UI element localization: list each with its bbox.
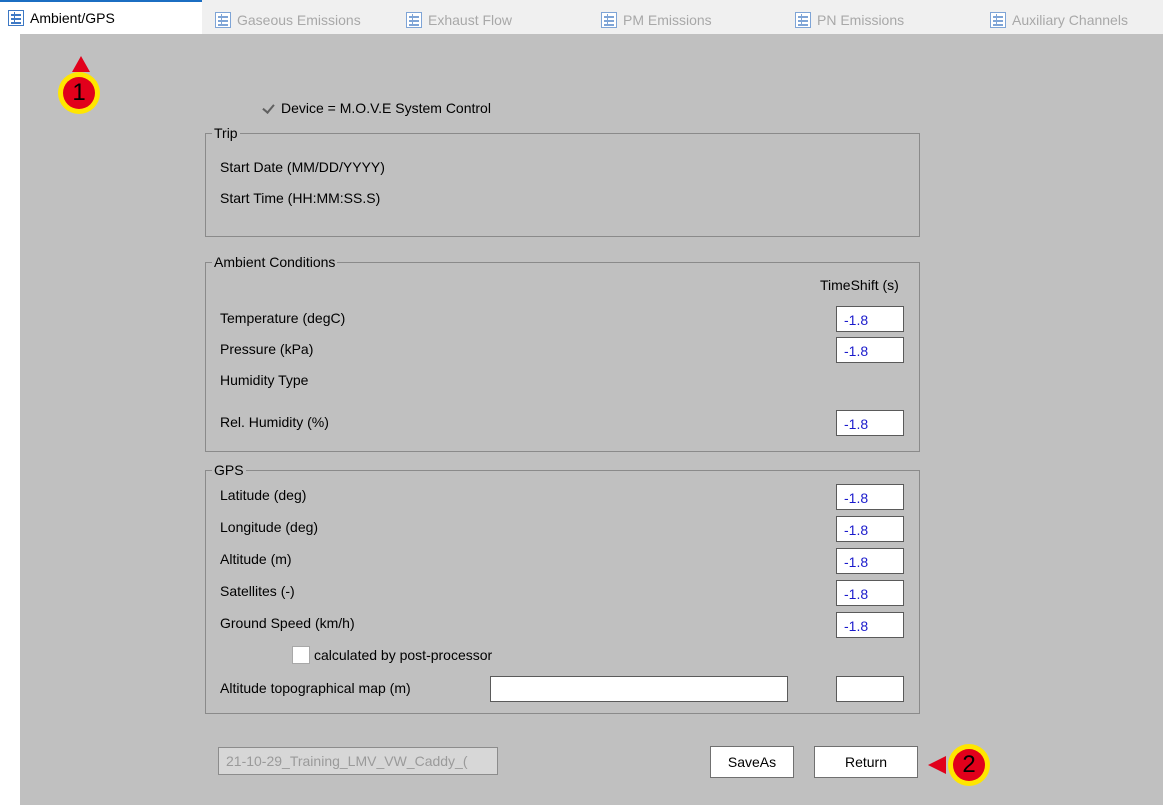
calculated-row: calculated by post-processor	[292, 646, 492, 664]
file-name-field: 21-10-29_Training_LMV_VW_Caddy_(	[218, 747, 498, 775]
topo-map-input[interactable]	[490, 676, 788, 702]
table-icon	[601, 12, 617, 28]
tab-pm-emissions[interactable]: PM Emissions	[593, 8, 712, 32]
saveas-button[interactable]: SaveAs	[710, 746, 794, 778]
trip-legend: Trip	[214, 125, 238, 141]
temperature-label: Temperature (degC)	[220, 310, 346, 326]
table-icon	[215, 12, 231, 28]
tab-auxiliary-channels[interactable]: Auxiliary Channels	[982, 8, 1128, 32]
trip-group: Trip	[205, 125, 920, 237]
table-icon	[990, 12, 1006, 28]
annotation-arrow-up	[72, 56, 90, 72]
longitude-timeshift-input[interactable]: -1.8	[836, 516, 904, 542]
topo-timeshift-input[interactable]	[836, 676, 904, 702]
device-row: Device = M.O.V.E System Control	[262, 100, 491, 116]
altitude-label: Altitude (m)	[220, 551, 292, 567]
ground-speed-timeshift-input[interactable]: -1.8	[836, 612, 904, 638]
altitude-timeshift-input[interactable]: -1.8	[836, 548, 904, 574]
annotation-marker-2: 2	[948, 744, 990, 786]
annotation-number: 2	[953, 749, 985, 781]
pressure-timeshift-input[interactable]: -1.8	[836, 337, 904, 363]
temperature-timeshift-input[interactable]: -1.8	[836, 306, 904, 332]
gps-legend: GPS	[214, 462, 244, 478]
tab-pn-emissions[interactable]: PN Emissions	[787, 8, 904, 32]
annotation-marker-1: 1	[58, 72, 100, 114]
table-icon	[795, 12, 811, 28]
satellites-label: Satellites (-)	[220, 583, 295, 599]
tab-gaseous-emissions[interactable]: Gaseous Emissions	[207, 8, 361, 32]
satellites-timeshift-input[interactable]: -1.8	[836, 580, 904, 606]
device-checkbox[interactable]	[262, 101, 277, 116]
ground-speed-label: Ground Speed (km/h)	[220, 615, 355, 631]
longitude-label: Longitude (deg)	[220, 519, 319, 535]
tab-label: Auxiliary Channels	[1012, 12, 1128, 28]
ambient-legend: Ambient Conditions	[214, 254, 336, 270]
tab-bar: Ambient/GPS Gaseous Emissions Exhaust Fl…	[0, 0, 1163, 34]
table-icon	[8, 10, 24, 26]
tab-ambient-gps[interactable]: Ambient/GPS	[0, 0, 202, 34]
start-time-label: Start Time (HH:MM:SS.S)	[220, 190, 381, 206]
latitude-timeshift-input[interactable]: -1.8	[836, 484, 904, 510]
latitude-label: Latitude (deg)	[220, 487, 307, 503]
topo-label: Altitude topographical map (m)	[220, 680, 411, 696]
annotation-number: 1	[63, 77, 95, 109]
start-date-label: Start Date (MM/DD/YYYY)	[220, 159, 385, 175]
humidity-type-label: Humidity Type	[220, 372, 309, 388]
tab-label: Gaseous Emissions	[237, 12, 361, 28]
pressure-label: Pressure (kPa)	[220, 341, 314, 357]
device-label: Device = M.O.V.E System Control	[281, 100, 491, 116]
rel-humidity-label: Rel. Humidity (%)	[220, 414, 329, 430]
annotation-arrow-left	[928, 756, 946, 774]
tab-exhaust-flow[interactable]: Exhaust Flow	[398, 8, 512, 32]
tab-label: PN Emissions	[817, 12, 905, 28]
tab-label: PM Emissions	[623, 12, 712, 28]
rel-humidity-timeshift-input[interactable]: -1.8	[836, 410, 904, 436]
return-button[interactable]: Return	[814, 746, 918, 778]
tab-label: Exhaust Flow	[428, 12, 513, 28]
calculated-checkbox[interactable]	[292, 646, 310, 664]
timeshift-header: TimeShift (s)	[820, 277, 899, 293]
tab-label: Ambient/GPS	[30, 10, 115, 26]
calculated-label: calculated by post-processor	[314, 647, 493, 663]
table-icon	[406, 12, 422, 28]
